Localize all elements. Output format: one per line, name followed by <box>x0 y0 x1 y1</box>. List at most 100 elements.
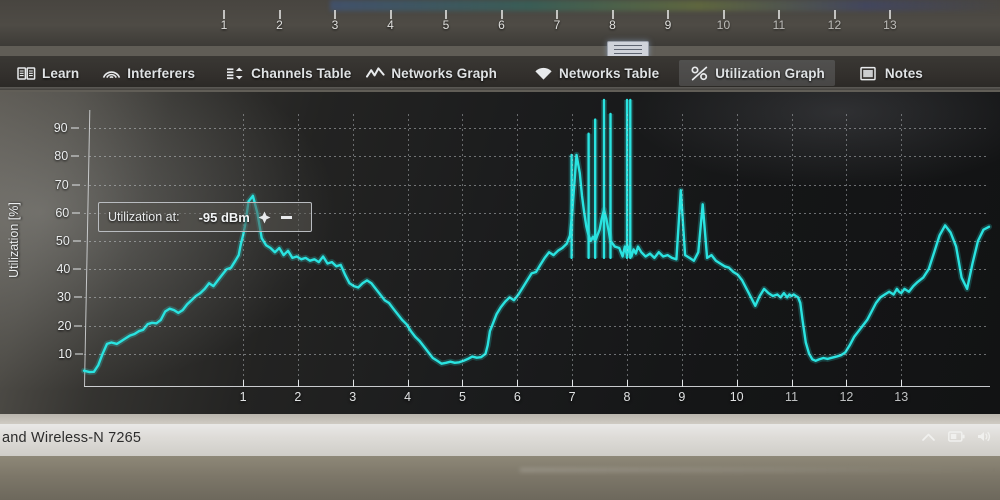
radio-waves-icon <box>101 64 121 82</box>
gridline-vertical <box>901 114 903 382</box>
x-axis-tick <box>462 380 464 387</box>
gridline-horizontal <box>84 156 989 158</box>
x-axis-label: 8 <box>623 390 631 404</box>
utilization-trace <box>81 98 992 376</box>
gridline-horizontal <box>84 297 989 299</box>
gridline-vertical <box>572 114 574 382</box>
x-axis-tick <box>846 380 848 387</box>
x-axis-label: 9 <box>678 390 686 404</box>
ruler-tick-label: 8 <box>609 18 616 32</box>
note-icon <box>859 64 879 82</box>
book-icon <box>16 64 36 82</box>
channel-ruler: 1 2 3 4 5 6 7 8 9 10 11 12 13 <box>0 0 1000 46</box>
x-axis-label: 7 <box>568 390 576 404</box>
x-axis-tick <box>297 380 299 387</box>
x-axis-label: 3 <box>349 390 357 404</box>
x-axis-label: 11 <box>785 390 799 404</box>
ruler-tick-label: 10 <box>716 18 731 32</box>
x-axis-label: 5 <box>458 390 466 404</box>
percent-icon <box>689 64 709 82</box>
x-axis-label: 12 <box>839 390 854 404</box>
ruler-tick-label: 5 <box>442 18 450 32</box>
toolbar-item-label: Networks Graph <box>391 65 498 81</box>
y-axis-label: 20 <box>57 318 72 333</box>
toolbar-item-networks-table[interactable]: Networks Table <box>523 60 669 86</box>
x-axis-label: 4 <box>404 390 412 404</box>
toolbar-item-label: Channels Table <box>251 65 352 81</box>
y-axis-label: 80 <box>54 149 69 164</box>
windows-taskbar <box>0 424 1000 456</box>
utilization-at-value: -95 dBm <box>198 209 250 225</box>
network-icon[interactable] <box>948 430 965 443</box>
volume-icon[interactable] <box>977 430 992 443</box>
gridline-vertical <box>352 114 354 382</box>
x-axis-tick <box>572 380 574 387</box>
x-axis-label: 13 <box>894 390 909 404</box>
toolbar-item-interferers[interactable]: Interferers <box>91 60 205 86</box>
gridline-vertical <box>736 114 738 382</box>
gridline-vertical <box>791 114 793 382</box>
decrease-threshold-button[interactable] <box>279 211 294 224</box>
x-axis-tick <box>901 380 903 387</box>
gridline-vertical <box>462 114 464 382</box>
ruler-tick-label: 4 <box>387 18 394 32</box>
ruler-tick-label: 9 <box>664 18 672 32</box>
chevron-up-icon[interactable] <box>921 431 936 443</box>
toolbar-item-label: Interferers <box>127 65 196 81</box>
x-axis-label: 1 <box>239 390 247 404</box>
trace-line <box>82 153 991 374</box>
window-edge-strip <box>0 414 1000 424</box>
toolbar-item-utilization-graph[interactable]: Utilization Graph <box>679 60 835 86</box>
increase-threshold-button[interactable] <box>257 211 272 224</box>
y-axis-label: 70 <box>54 177 69 192</box>
y-axis-tick <box>73 296 82 298</box>
desk-light-streak <box>520 468 1000 472</box>
table-sort-icon <box>225 64 245 82</box>
utilization-at-label: Utilization at: <box>108 210 180 224</box>
toolbar-item-channels-table[interactable]: Channels Table <box>215 60 361 86</box>
y-axis-label: 10 <box>58 346 72 361</box>
y-axis-tick <box>70 127 79 129</box>
y-axis-tick <box>73 268 82 270</box>
gridline-horizontal <box>84 325 989 327</box>
x-axis-label: 6 <box>513 390 521 404</box>
utilization-at-control[interactable]: Utilization at: -95 dBm <box>98 202 312 232</box>
x-axis-tick <box>791 380 793 387</box>
toolbar-item-learn[interactable]: Learn <box>6 60 89 86</box>
toolbar-item-notes[interactable]: Notes <box>849 60 933 86</box>
gridline-horizontal <box>84 184 989 186</box>
screen-photo: 1 2 3 4 5 6 7 8 9 10 11 12 13 Learn Interferers Channe… <box>0 0 1000 500</box>
plot-area <box>81 98 992 382</box>
toolbar-item-label: Utilization Graph <box>715 65 825 81</box>
ruler-tick-label: 1 <box>220 18 228 32</box>
ruler-tick-label: 11 <box>772 18 786 32</box>
x-axis-line <box>84 386 990 387</box>
gridline-vertical <box>517 114 519 382</box>
y-axis-label: 40 <box>56 262 71 277</box>
x-axis-tick <box>681 380 683 387</box>
gridline-vertical <box>681 114 683 382</box>
gridline-horizontal <box>84 128 989 130</box>
gridline-vertical <box>297 114 299 382</box>
main-toolbar: Learn Interferers Channels Table Networks G… <box>0 56 1000 90</box>
x-axis-tick <box>352 380 354 387</box>
ruler-tick-label: 6 <box>498 18 505 32</box>
gridline-horizontal <box>84 353 989 355</box>
y-axis-tick <box>72 240 81 242</box>
x-axis-tick <box>627 380 628 387</box>
gridline-vertical <box>846 114 848 382</box>
x-axis-tick <box>243 380 245 387</box>
gridline-horizontal <box>84 269 989 271</box>
y-axis-label: 50 <box>55 233 70 248</box>
window-title-text: and Wireless-N 7265 <box>2 430 142 446</box>
y-axis-tick <box>75 353 83 355</box>
screen-glare <box>330 0 1000 11</box>
toolbar-item-networks-graph[interactable]: Networks Graph <box>355 60 507 86</box>
x-axis-tick <box>517 380 519 387</box>
y-axis-title: Utilization [%] <box>7 202 21 278</box>
x-axis-tick <box>736 380 738 387</box>
gridline-vertical <box>243 114 245 382</box>
y-axis-label: 90 <box>53 121 68 136</box>
desk-surface <box>0 456 1000 500</box>
ruler-tick-label: 12 <box>827 18 842 32</box>
